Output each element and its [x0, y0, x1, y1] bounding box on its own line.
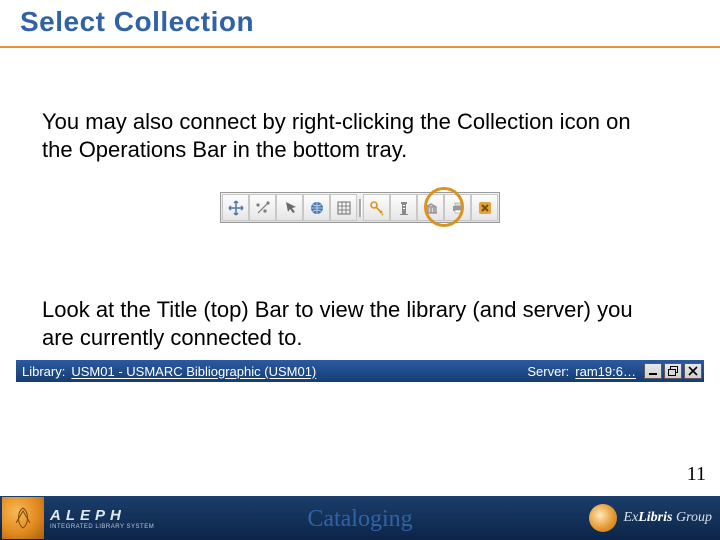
key-icon[interactable]	[363, 194, 390, 221]
body-text-2: Look at the Title (top) Bar to view the …	[42, 296, 662, 351]
printer-icon[interactable]	[444, 194, 471, 221]
wand-icon[interactable]	[249, 194, 276, 221]
building-icon[interactable]	[417, 194, 444, 221]
footer-title: Cataloging	[0, 506, 720, 533]
grid-icon[interactable]	[330, 194, 357, 221]
globe-icon[interactable]	[303, 194, 330, 221]
title-rule	[0, 46, 720, 48]
pointer-icon[interactable]	[276, 194, 303, 221]
body-text-1: You may also connect by right-clicking t…	[42, 108, 662, 163]
close-button[interactable]	[684, 363, 702, 379]
slide-title: Select Collection	[20, 6, 254, 38]
window-titlebar: Library: USM01 - USMARC Bibliographic (U…	[16, 360, 704, 382]
restore-button[interactable]	[664, 363, 682, 379]
close-icon[interactable]	[471, 194, 498, 221]
move-icon[interactable]	[222, 194, 249, 221]
minimize-button[interactable]	[644, 363, 662, 379]
page-number: 11	[687, 463, 706, 486]
server-value: ram19:6…	[575, 364, 636, 379]
operations-toolbar	[192, 192, 528, 223]
library-value: USM01 - USMARC Bibliographic (USM01)	[71, 364, 316, 379]
server-label: Server:	[527, 364, 569, 379]
library-label: Library:	[22, 364, 65, 379]
footer-bar: ALEPH INTEGRATED LIBRARY SYSTEM Catalogi…	[0, 496, 720, 540]
tower-icon[interactable]	[390, 194, 417, 221]
